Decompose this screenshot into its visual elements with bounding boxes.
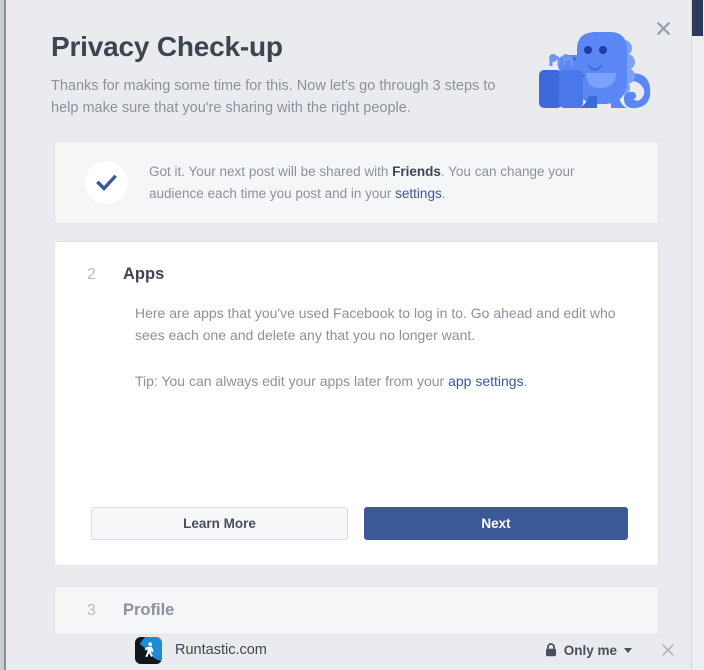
- app-settings-link[interactable]: app settings: [448, 373, 524, 389]
- profile-step-number: 3: [87, 601, 96, 619]
- banner-text-before: Got it. Your next post will be shared wi…: [149, 163, 393, 179]
- apps-step-body: Here are apps that you've used Facebook …: [135, 303, 635, 393]
- app-audience-label: Only me: [563, 642, 617, 658]
- apps-step-number: 2: [87, 266, 96, 283]
- apps-step-tip: Tip: You can always edit your apps later…: [135, 371, 635, 393]
- dinosaur-mascot-icon: [523, 18, 663, 118]
- learn-more-button[interactable]: Learn More: [91, 507, 348, 540]
- profile-step-card[interactable]: 3 Profile: [54, 586, 659, 635]
- screen: Privacy Check-up Thanks for making some …: [0, 0, 704, 670]
- scrollbar-thumb[interactable]: [692, 0, 703, 36]
- apps-tip-after: .: [523, 373, 528, 390]
- apps-step-title: Apps: [123, 265, 165, 283]
- profile-step-title: Profile: [123, 601, 175, 619]
- runtastic-app-icon: [135, 636, 162, 664]
- remove-app-close-icon[interactable]: [659, 642, 676, 659]
- apps-step-description: Here are apps that you've used Facebook …: [135, 305, 616, 343]
- privacy-checkup-dialog: Privacy Check-up Thanks for making some …: [6, 0, 691, 664]
- list-item[interactable]: Runtastic.com Only me: [135, 635, 676, 665]
- check-icon: [85, 161, 128, 204]
- banner-text-after: .: [441, 185, 446, 201]
- apps-step-card: 2 Apps Here are apps that you've used Fa…: [54, 241, 674, 664]
- vertical-scrollbar[interactable]: [691, 0, 704, 670]
- apps-tip-before: Tip: You can always edit your apps later…: [135, 373, 449, 390]
- banner-text: Got it. Your next post will be shared wi…: [149, 161, 619, 205]
- app-audience-selector[interactable]: Only me: [545, 643, 632, 658]
- apps-step-header: 2 Apps: [87, 265, 164, 284]
- page-subtitle: Thanks for making some time for this. No…: [51, 77, 496, 117]
- privacy-confirmation-banner: Got it. Your next post will be shared wi…: [54, 141, 659, 224]
- app-name: Runtastic.com: [175, 642, 267, 658]
- apps-step-actions: Learn More Next: [91, 507, 628, 540]
- banner-audience-value: Friends: [392, 163, 441, 179]
- page-left-edge-inner: [0, 0, 4, 670]
- lock-icon: [545, 643, 557, 657]
- next-button[interactable]: Next: [364, 507, 628, 540]
- chevron-down-icon: [624, 647, 632, 653]
- settings-link[interactable]: settings: [395, 186, 442, 201]
